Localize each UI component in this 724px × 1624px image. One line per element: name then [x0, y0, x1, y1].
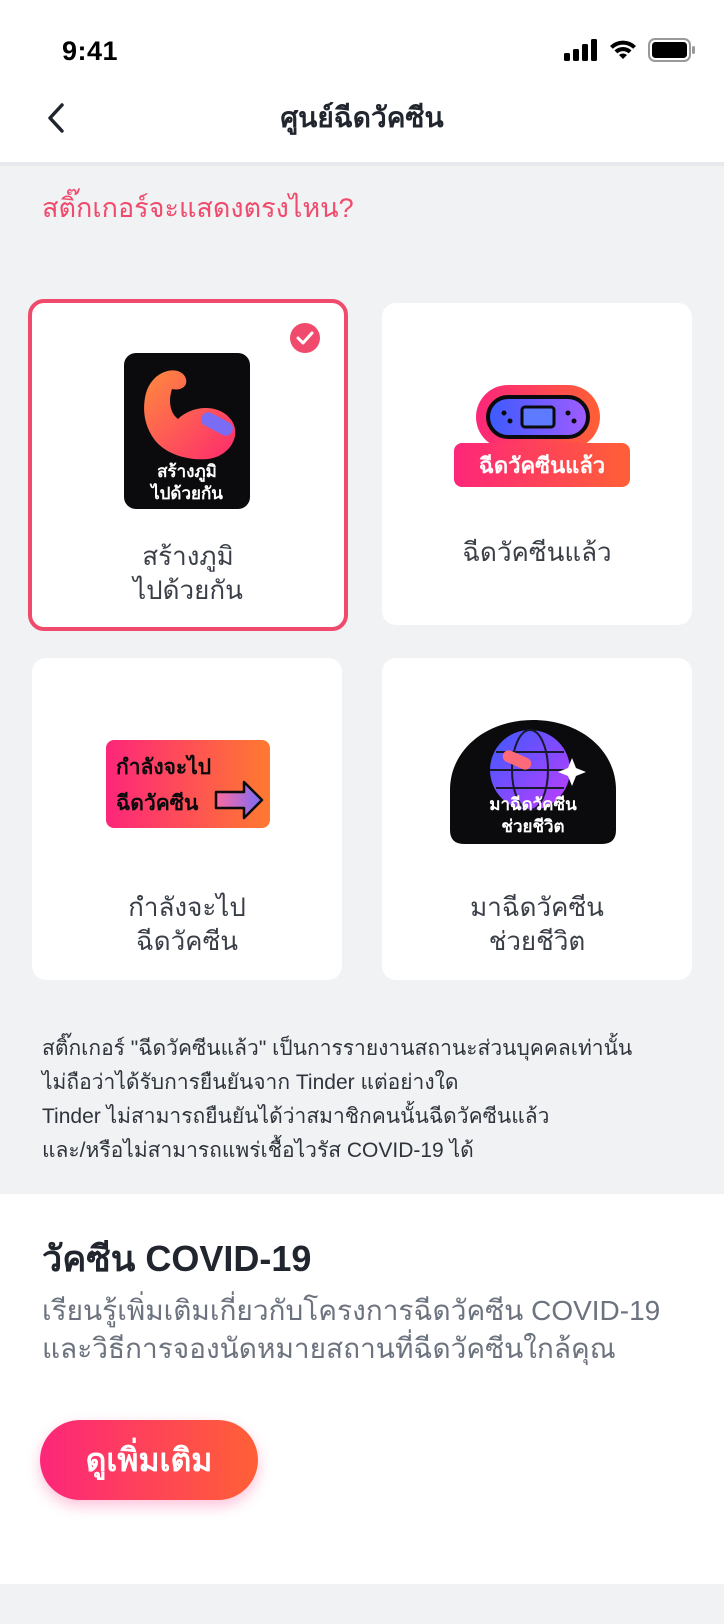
sticker-going-label: กำลังจะไป ฉีดวัคซีน — [128, 892, 246, 956]
sticker-going-icon: กำลังจะไป ฉีดวัคซีน — [106, 740, 270, 828]
sticker-card-going-to-vaccinate[interactable]: กำลังจะไป ฉีดวัคซีน กำลังจะไป ฉีดวัคซีน — [32, 658, 342, 980]
sticker-vaccinated-label: ฉีดวัคซีนแล้ว — [462, 537, 612, 567]
covid-vaccine-panel: วัคซีน COVID-19 เรียนรู้เพิ่มเติมเกี่ยวก… — [0, 1194, 724, 1584]
sticker-save-lives-label: มาฉีดวัคซีน ช่วยชีวิต — [470, 892, 604, 956]
page-title: ศูนย์ฉีดวัคซีน — [280, 102, 444, 133]
status-icons — [564, 38, 696, 62]
sticker-immunity-line2: ไปด้วยกัน — [149, 483, 223, 504]
sticker-location-question: สติ๊กเกอร์จะแสดงตรงไหน? — [42, 193, 354, 223]
wifi-icon — [610, 40, 636, 59]
sticker-immunity-label: สร้างภูมิ ไปด้วยกัน — [133, 541, 243, 605]
sticker-vaccinated-text: ฉีดวัคซีนแล้ว — [479, 454, 605, 479]
navigation-bar: ศูนย์ฉีดวัคซีน — [0, 86, 724, 166]
sticker-going-line2: ฉีดวัคซีน — [116, 791, 199, 815]
status-bar: 9:41 — [0, 0, 724, 86]
sticker-card-vaccinated[interactable]: ฉีดวัคซีนแล้ว ฉีดวัคซีนแล้ว — [382, 303, 692, 625]
cellular-signal-icon — [564, 39, 597, 61]
sticker-vaccinated-icon: ฉีดวัคซีนแล้ว — [454, 385, 630, 487]
sticker-card-save-lives[interactable]: มาฉีดวัคซีน ช่วยชีวิต มาฉีดวัคซีน ช่วยชี… — [382, 658, 692, 980]
covid-section-description: เรียนรู้เพิ่มเติมเกี่ยวกับโครงการฉีดวัคซ… — [42, 1295, 661, 1364]
selected-check-icon — [290, 323, 320, 353]
sticker-immunity-icon: สร้างภูมิ ไปด้วยกัน — [124, 353, 250, 509]
battery-icon — [648, 38, 695, 62]
covid-section-title: วัคซีน COVID-19 — [42, 1238, 312, 1279]
sticker-card-immunity[interactable]: สร้างภูมิ ไปด้วยกัน สร้างภูมิ ไปด้วยกัน — [28, 299, 348, 631]
sticker-immunity-line1: สร้างภูมิ — [157, 462, 217, 483]
sticker-going-line1: กำลังจะไป — [116, 754, 211, 779]
sticker-save-lives-line1: มาฉีดวัคซีน — [489, 794, 577, 815]
sticker-save-lives-icon: มาฉีดวัคซีน ช่วยชีวิต — [450, 720, 616, 844]
sticker-disclaimer: สติ๊กเกอร์ "ฉีดวัคซีนแล้ว" เป็นการรายงาน… — [42, 1037, 633, 1162]
status-time: 9:41 — [62, 36, 119, 66]
learn-more-button[interactable]: ดูเพิ่มเติม — [40, 1420, 258, 1500]
sticker-save-lives-line2: ช่วยชีวิต — [501, 816, 564, 837]
